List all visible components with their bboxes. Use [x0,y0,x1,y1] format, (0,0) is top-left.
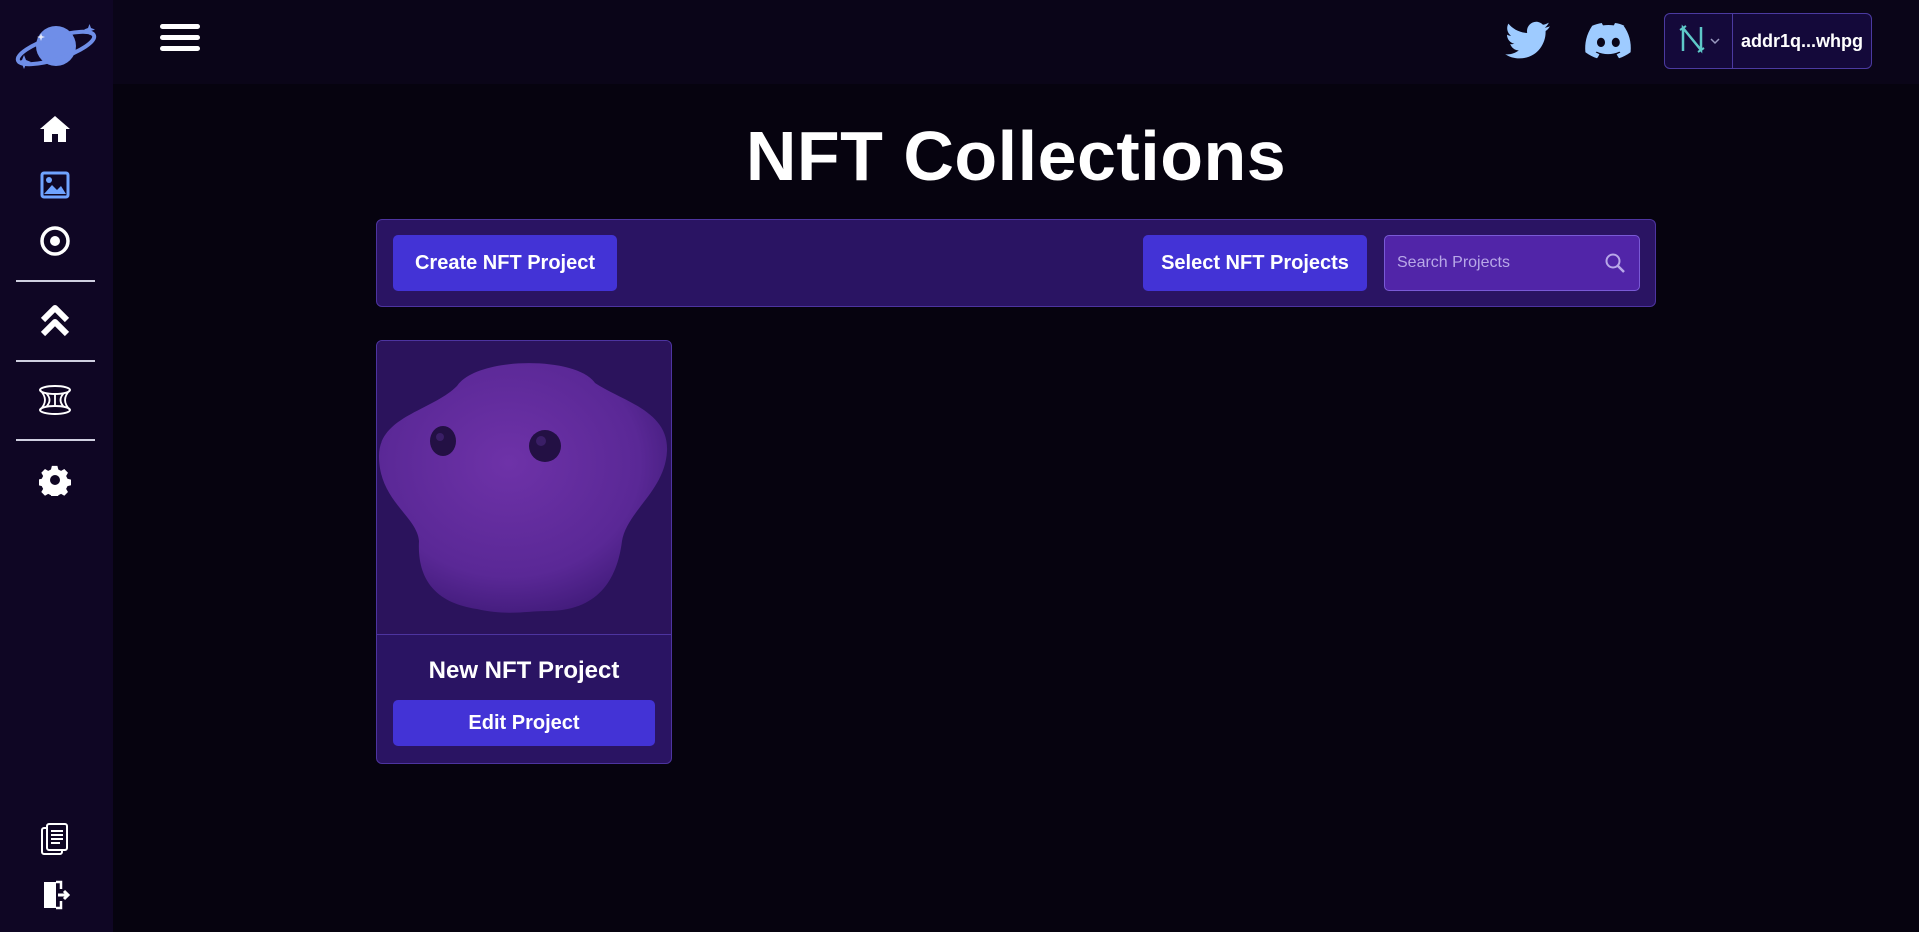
sidebar-divider [16,280,95,282]
logout-icon[interactable] [36,876,74,914]
home-icon[interactable] [36,110,74,148]
gear-icon[interactable] [36,461,74,499]
project-toolbar: Create NFT Project Select NFT Projects [376,219,1656,307]
chevron-down-icon [1709,32,1720,50]
target-icon[interactable] [36,222,74,260]
sidebar-divider [16,439,95,441]
wallet-provider-selector[interactable] [1665,14,1733,68]
wallet-address: addr1q...whpg [1740,30,1863,51]
double-chevron-up-icon[interactable] [36,301,74,339]
twitter-icon[interactable] [1502,17,1554,65]
top-bar [113,0,1919,84]
hamburger-menu-icon[interactable] [160,24,200,58]
project-name: New NFT Project [428,657,620,684]
wormhole-icon[interactable] [36,381,74,419]
nami-wallet-icon [1678,23,1706,59]
documents-icon[interactable] [36,820,74,858]
sidebar [0,0,113,932]
sidebar-divider [16,360,95,362]
project-thumbnail [377,341,671,635]
image-icon[interactable] [36,166,74,204]
select-nft-projects-button[interactable]: Select NFT Projects [1143,235,1367,291]
page-title: NFT Collections [745,117,1287,195]
wallet-connect-button[interactable]: addr1q...whpg [1664,13,1872,69]
search-icon[interactable] [1604,252,1626,274]
edit-project-button[interactable]: Edit Project [393,700,655,746]
planet-logo-icon[interactable] [10,16,102,74]
search-box [1384,235,1640,291]
search-input[interactable] [1397,254,1604,272]
create-nft-project-button[interactable]: Create NFT Project [393,235,617,291]
project-card: New NFT Project Edit Project [376,340,672,764]
discord-icon[interactable] [1582,17,1634,65]
